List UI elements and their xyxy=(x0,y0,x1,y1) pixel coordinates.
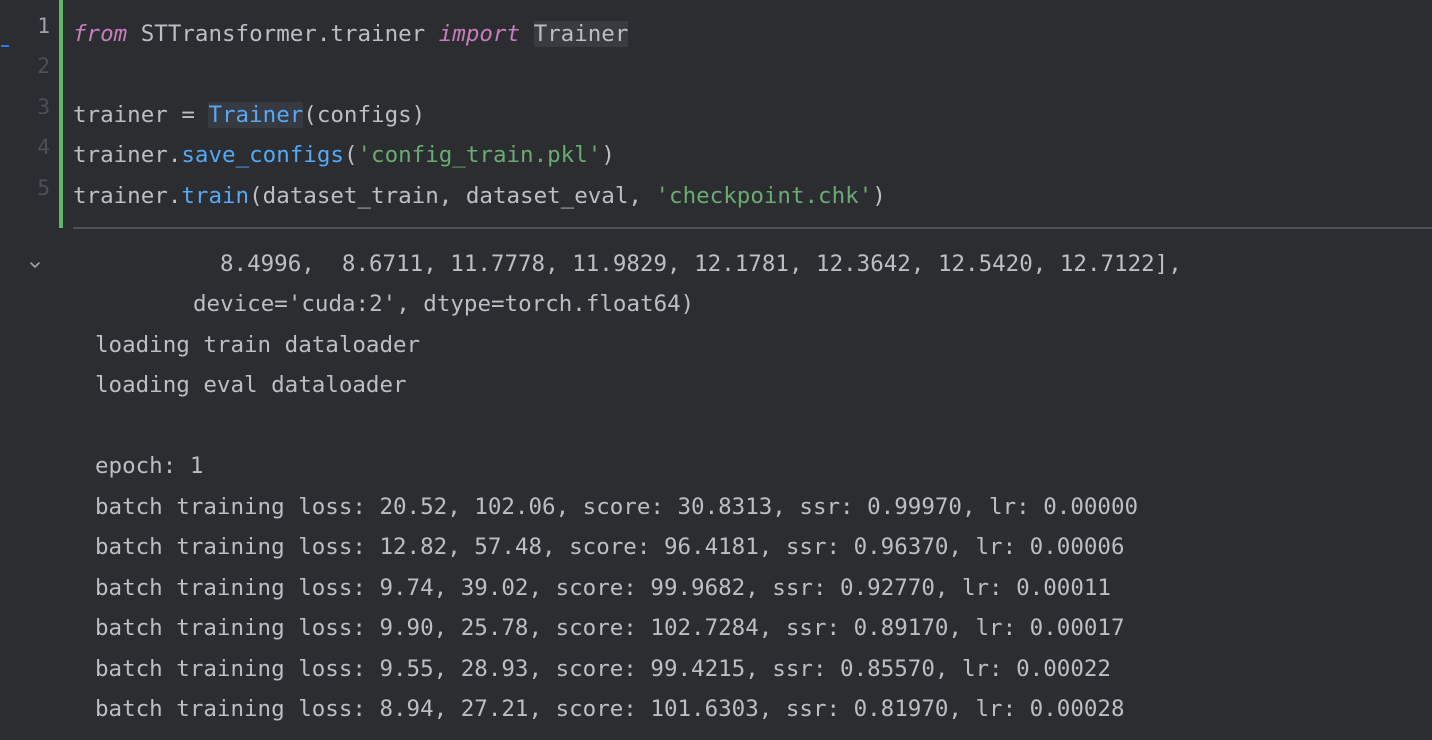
object-token: trainer. xyxy=(73,142,182,168)
output-line: batch training loss: 9.90, 25.78, score:… xyxy=(95,615,1125,641)
line-number-gutter: 1 2 3 4 5 xyxy=(0,0,60,228)
module-token: STTransformer.trainer xyxy=(127,21,439,47)
line-number: 4 xyxy=(37,135,50,159)
paren-token: ) xyxy=(601,142,615,168)
args-token: (configs) xyxy=(303,102,426,128)
string-token: 'config_train.pkl' xyxy=(357,142,602,168)
output-line: batch training loss: 9.74, 39.02, score:… xyxy=(95,575,1111,601)
keyword-token: from xyxy=(73,21,128,47)
line-number: 2 xyxy=(37,54,50,78)
code-line-5[interactable]: trainer.train(dataset_train, dataset_eva… xyxy=(73,176,886,216)
output-line: loading train dataloader xyxy=(95,332,421,358)
cell-selection-bar xyxy=(59,0,63,228)
object-token: trainer. xyxy=(73,183,182,209)
code-line-1[interactable]: from STTransformer.trainer import Traine… xyxy=(73,14,629,54)
output-divider xyxy=(73,227,1432,229)
line-number: 5 xyxy=(37,176,50,200)
assignment-token: trainer = xyxy=(73,102,209,128)
execution-marker xyxy=(1,45,9,47)
code-line-4[interactable]: trainer.save_configs('config_train.pkl') xyxy=(73,135,615,175)
paren-token: ) xyxy=(872,183,886,209)
code-line-3[interactable]: trainer = Trainer(configs) xyxy=(73,95,425,135)
code-cell[interactable]: 1 2 3 4 5 from STTransformer.trainer imp… xyxy=(0,0,1432,228)
output-line: batch training loss: 20.52, 102.06, scor… xyxy=(95,494,1139,520)
line-number: 1 xyxy=(37,14,50,38)
paren-token: ( xyxy=(343,142,358,168)
output-line: batch training loss: 8.94, 27.21, score:… xyxy=(95,696,1125,722)
output-line: device='cuda:2', dtype=torch.float64) xyxy=(193,291,695,317)
args-token: (dataset_train, dataset_eval, xyxy=(249,183,656,209)
output-line: epoch: 1 xyxy=(95,453,204,479)
string-token: 'checkpoint.chk' xyxy=(655,183,873,209)
method-token: save_configs xyxy=(181,142,344,168)
output-line: 8.4996, 8.6711, 11.7778, 11.9829, 12.178… xyxy=(220,251,1182,277)
import-name-token: Trainer xyxy=(533,21,629,47)
output-line: batch training loss: 12.82, 57.48, score… xyxy=(95,534,1125,560)
chevron-down-icon[interactable] xyxy=(28,257,42,271)
method-token: train xyxy=(181,183,250,209)
output-line: batch training loss: 9.55, 28.93, score:… xyxy=(95,656,1111,682)
class-token: Trainer xyxy=(208,102,304,128)
keyword-token: import xyxy=(438,21,521,47)
output-line: loading eval dataloader xyxy=(95,372,407,398)
line-number: 3 xyxy=(37,95,50,119)
